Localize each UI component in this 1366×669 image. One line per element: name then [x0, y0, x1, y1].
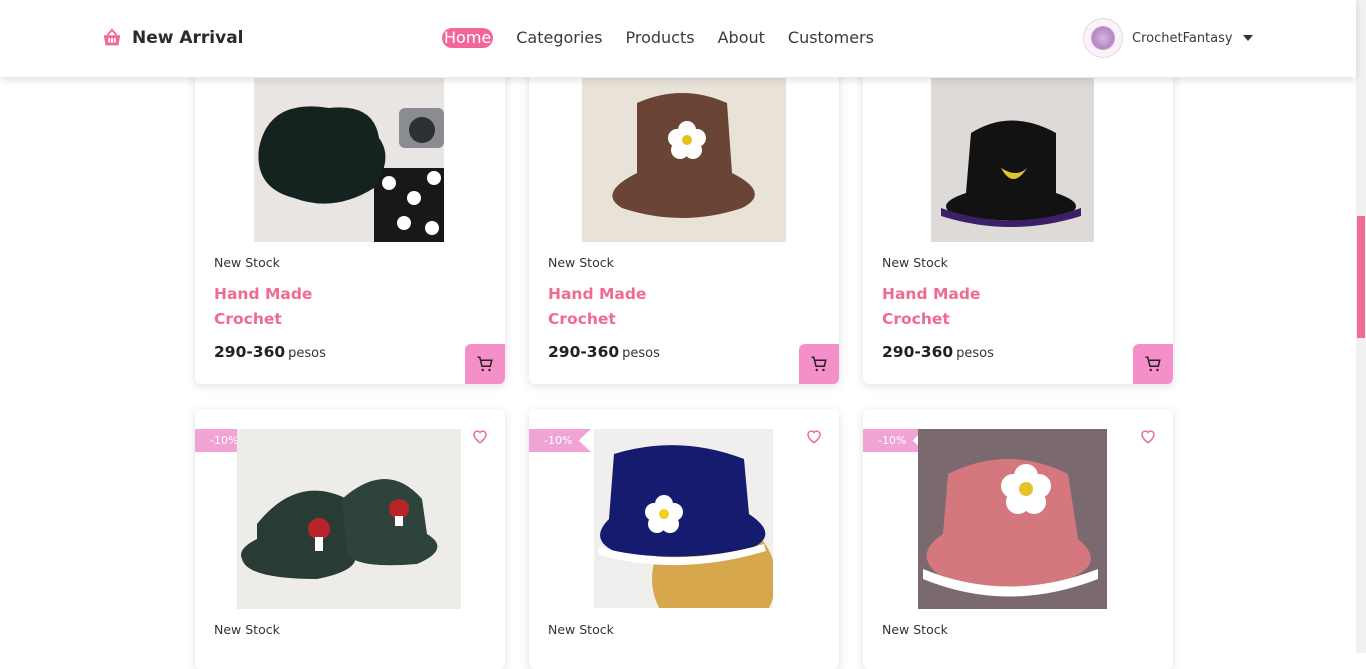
product-image[interactable]: [237, 429, 461, 609]
heart-icon[interactable]: [471, 427, 489, 445]
basket-icon: [103, 28, 121, 46]
add-to-cart-button[interactable]: [465, 344, 505, 384]
nav-customers[interactable]: Customers: [788, 28, 874, 48]
product-card[interactable]: New Stock Hand Made Crochet 290-360 pesos: [863, 50, 1173, 384]
stock-label: New Stock: [882, 255, 948, 270]
discount-ribbon: -10%: [863, 429, 925, 452]
heart-icon[interactable]: [1139, 427, 1157, 445]
stock-label: New Stock: [214, 622, 280, 637]
cart-icon: [477, 356, 493, 372]
product-card[interactable]: New Stock Hand Made Crochet 290-360 pesos: [529, 50, 839, 384]
product-name[interactable]: Hand Made Crochet: [548, 282, 646, 332]
stock-label: New Stock: [214, 255, 280, 270]
cart-icon: [811, 356, 827, 372]
top-navbar: New Arrival Home Categories Products Abo…: [0, 0, 1356, 77]
stock-label: New Stock: [548, 622, 614, 637]
avatar[interactable]: [1083, 18, 1123, 58]
product-name[interactable]: Hand Made Crochet: [882, 282, 980, 332]
brand[interactable]: New Arrival: [101, 26, 244, 50]
product-price: 290-360 pesos: [882, 343, 994, 361]
username: CrochetFantasy: [1132, 30, 1233, 46]
stock-label: New Stock: [548, 255, 614, 270]
product-image[interactable]: [931, 78, 1094, 242]
product-price: 290-360 pesos: [548, 343, 660, 361]
product-image[interactable]: [254, 78, 444, 242]
product-card[interactable]: -10% New Stock: [529, 409, 839, 669]
nav-categories[interactable]: Categories: [516, 28, 602, 48]
page-scrollbar[interactable]: [1356, 0, 1366, 653]
user-menu[interactable]: CrochetFantasy: [1083, 18, 1253, 58]
main-nav: Home Categories Products About Customers: [442, 28, 897, 48]
nav-about[interactable]: About: [718, 28, 765, 48]
product-name[interactable]: Hand Made Crochet: [214, 282, 312, 332]
caret-down-icon[interactable]: [1242, 35, 1253, 41]
product-image[interactable]: [594, 429, 773, 608]
product-image[interactable]: [582, 78, 786, 242]
product-image[interactable]: [918, 429, 1107, 609]
product-card[interactable]: New Stock Hand Made Crochet 290-360 pesos: [195, 50, 505, 384]
heart-icon[interactable]: [805, 427, 823, 445]
cart-icon: [1145, 356, 1161, 372]
product-card[interactable]: -10% New Stock: [195, 409, 505, 669]
product-price: 290-360 pesos: [214, 343, 326, 361]
nav-home[interactable]: Home: [442, 28, 494, 48]
discount-ribbon: -10%: [529, 429, 591, 452]
stock-label: New Stock: [882, 622, 948, 637]
add-to-cart-button[interactable]: [799, 344, 839, 384]
scrollbar-thumb[interactable]: [1357, 216, 1365, 338]
nav-products[interactable]: Products: [626, 28, 695, 48]
product-card[interactable]: -10% New Stock: [863, 409, 1173, 669]
brand-title: New Arrival: [132, 28, 244, 48]
add-to-cart-button[interactable]: [1133, 344, 1173, 384]
